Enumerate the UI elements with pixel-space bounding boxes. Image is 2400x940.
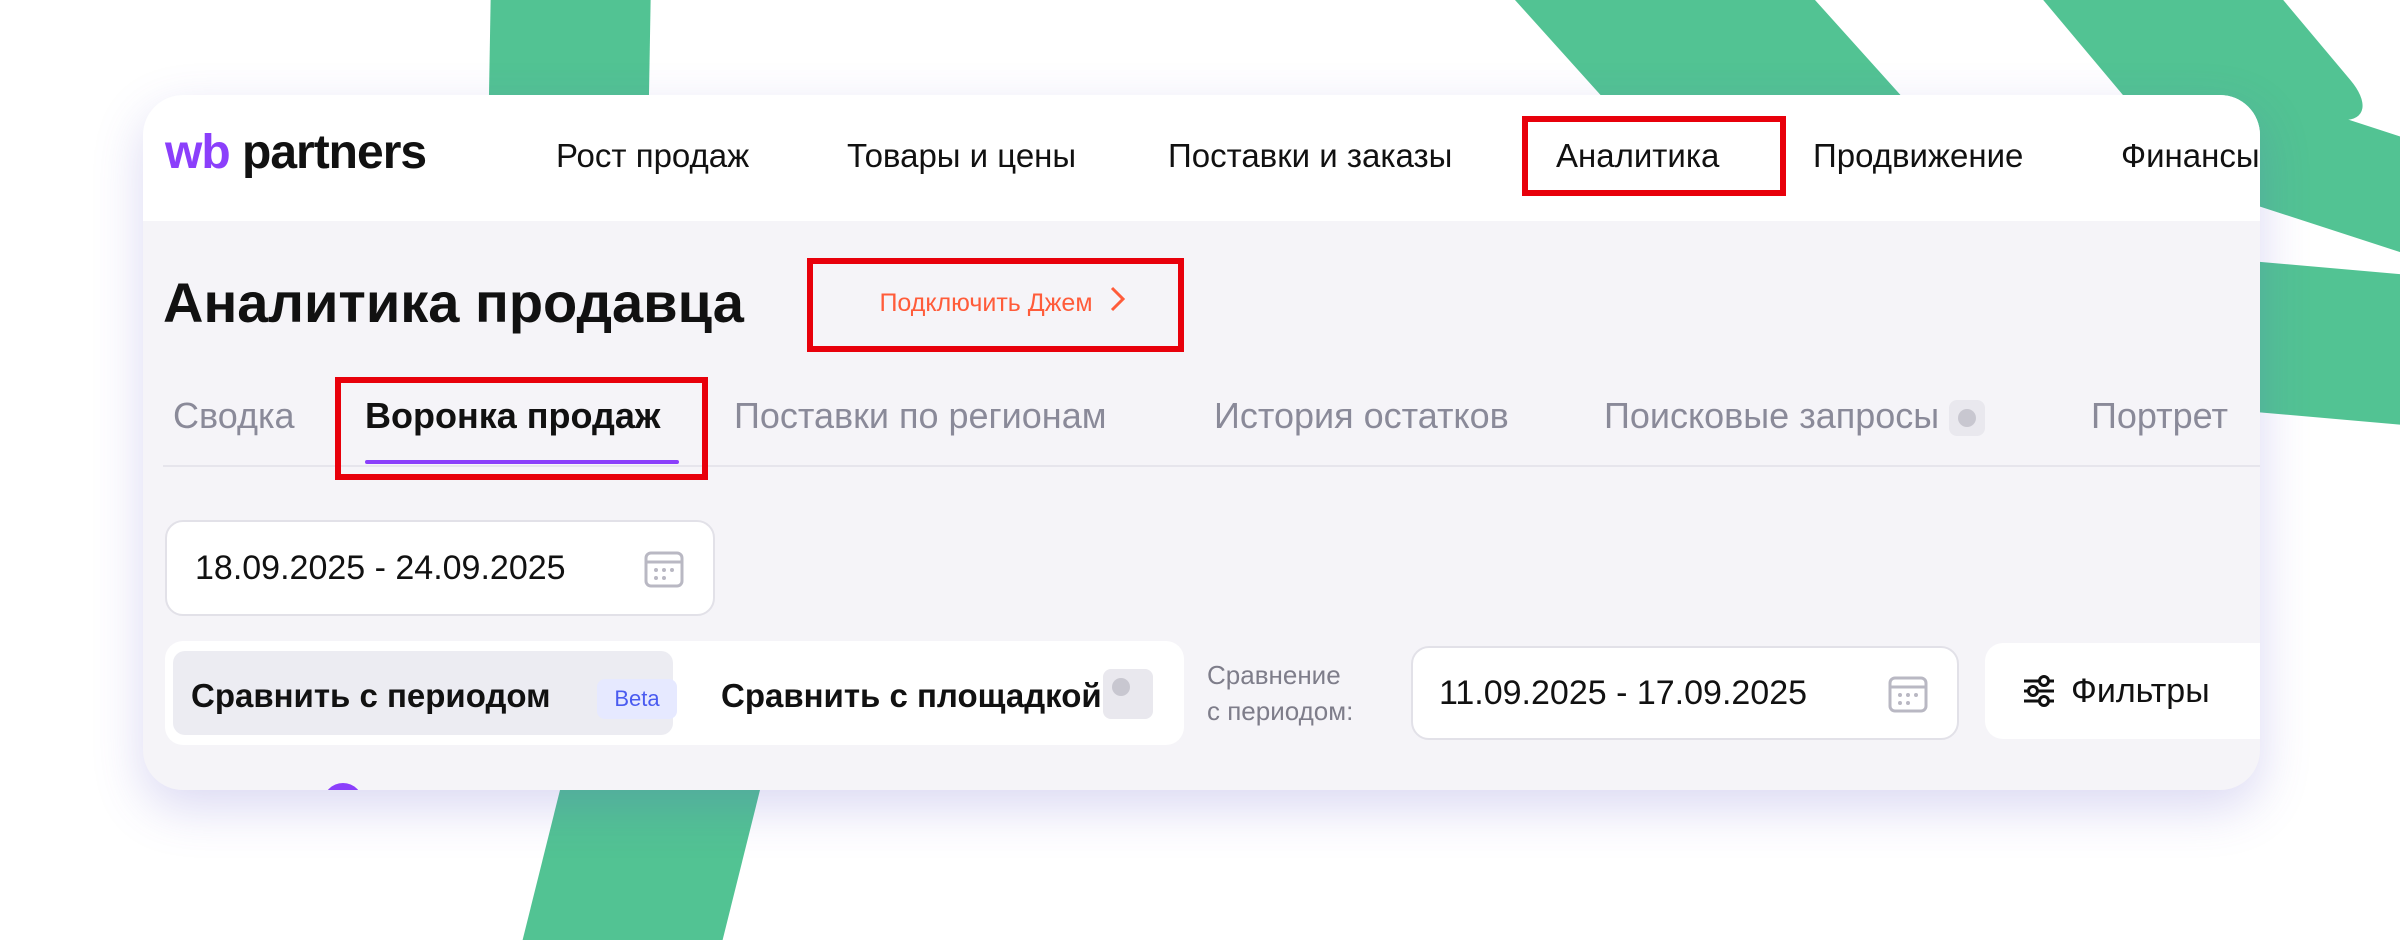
tab-search-queries-label: Поисковые запросы [1604,395,1940,436]
logo-partners: partners [242,126,427,179]
date-range-picker[interactable]: 18.09.2025 - 24.09.2025 [165,520,715,616]
app-window: wb partners Рост продаж Товары и цены По… [143,95,2260,790]
highlight-analytics [1522,116,1786,196]
top-navigation-bar: wb partners Рост продаж Товары и цены По… [143,95,2260,221]
tab-regional-supplies[interactable]: Поставки по регионам [734,395,1106,437]
comparison-caption: Сравнение с периодом: [1207,657,1353,729]
highlight-sales-funnel [335,377,708,480]
compare-with-period-label: Сравнить с периодом [191,677,551,714]
filters-button[interactable]: Фильтры [1985,643,2260,739]
filters-label: Фильтры [2071,671,2210,710]
wb-partners-logo[interactable]: wb partners [165,125,427,180]
tab-search-queries[interactable]: Поисковые запросы [1604,395,1986,437]
nav-item-supplies-orders[interactable]: Поставки и заказы [1168,137,1452,175]
nav-item-finance[interactable]: Финансы [2121,137,2260,175]
compare-date-value: 11.09.2025 - 17.09.2025 [1439,673,1808,712]
compare-with-platform-option[interactable]: Сравнить с площадкой [721,677,1102,715]
logo-wb: wb [165,126,231,179]
highlight-jam [807,258,1184,352]
date-range-value: 18.09.2025 - 24.09.2025 [195,548,566,587]
comparison-caption-line1: Сравнение [1207,660,1341,690]
nav-item-promotion[interactable]: Продвижение [1813,137,2023,175]
status-dot-icon [1103,669,1153,719]
page-title: Аналитика продавца [163,271,744,334]
partial-purple-element [323,783,363,790]
compare-date-picker[interactable]: 11.09.2025 - 17.09.2025 [1411,646,1959,740]
calendar-icon [644,551,684,588]
tab-portrait[interactable]: Портрет [2091,395,2228,437]
comparison-caption-line2: с периодом: [1207,696,1354,726]
calendar-icon [1888,676,1928,713]
nav-item-sales-growth[interactable]: Рост продаж [556,137,749,175]
compare-mode-switch: Сравнить с периодом Beta Сравнить с площ… [165,641,1184,745]
tab-stock-history[interactable]: История остатков [1214,395,1509,437]
beta-badge: Beta [597,679,677,719]
sliders-icon [2024,675,2054,707]
status-dot-icon [1949,400,1986,437]
nav-item-products-prices[interactable]: Товары и цены [847,137,1076,175]
tab-summary[interactable]: Сводка [173,395,295,437]
